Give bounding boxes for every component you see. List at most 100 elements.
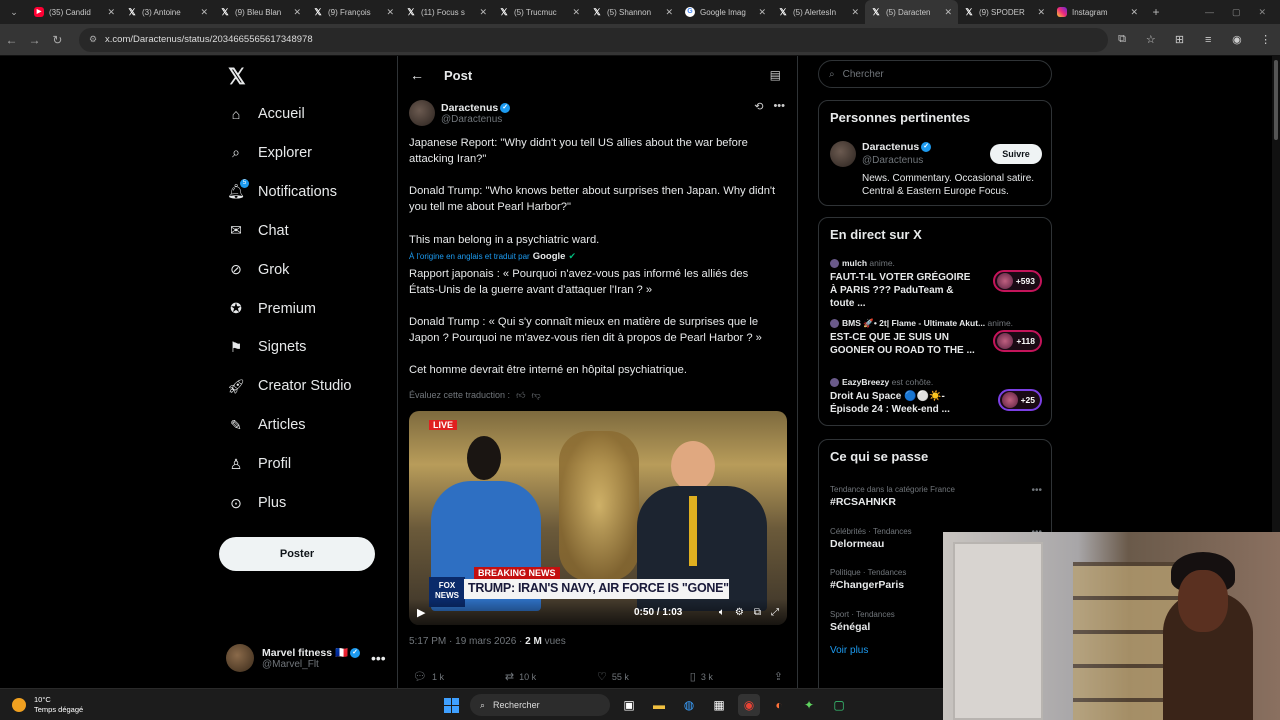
back-arrow-icon[interactable]: ← [410,67,424,83]
close-tab-icon[interactable]: ✕ [758,7,766,18]
task-view-icon[interactable]: ▣ [618,694,640,716]
repost-button[interactable]: ⇄ 10 k [505,670,536,683]
browser-tab[interactable]: 𝕏 (9) Bleu Blan ✕ [214,0,307,24]
close-tab-icon[interactable]: ✕ [386,7,394,18]
app-icon[interactable]: ▢ [828,694,850,716]
thumbs-down-icon[interactable]: 👎︎ [531,390,540,401]
tab-search-chevron-icon[interactable]: ⌄ [0,0,28,24]
file-explorer-icon[interactable]: ▬ [648,694,670,716]
nav-item-accueil[interactable]: ⌂ Accueil [228,101,305,127]
trend-item[interactable]: Tendance dans la catégorie France #RCSAHN… [830,485,1042,508]
edge-icon[interactable]: ◍ [678,694,700,716]
browser-tab[interactable]: 𝕏 (5) Daracten ✕ [865,0,958,24]
close-tab-icon[interactable]: ✕ [1037,7,1045,18]
browser-tab[interactable]: ▶ (35) Candid ✕ [28,0,121,24]
nav-item-chat[interactable]: ✉ Chat [228,218,289,244]
see-more-link[interactable]: Voir plus [830,645,868,656]
x-icon: 𝕏 [872,7,880,17]
extensions-icon[interactable]: ⊞ [1165,33,1194,46]
webcam-overlay [943,532,1280,720]
close-tab-icon[interactable]: ✕ [572,7,580,18]
live-space-item[interactable]: EazyBreezy est cohôte. Droit Au Space 🔵⚪… [830,377,1042,415]
bookmark-button[interactable]: ▯ 3 k [690,670,713,683]
video-player[interactable]: LIVE FOX NEWS BREAKING NEWS TRUMP: IRAN'… [409,411,787,625]
share-button[interactable]: ⇪ [774,670,783,683]
cast-icon[interactable]: ⧉ [1108,33,1137,46]
grok-icon[interactable]: ⟲ [754,100,763,113]
live-space-item[interactable]: BMS 🚀• 2t| Flame - Ultimate Akut... anim… [830,317,1042,356]
follow-button[interactable]: Suivre [990,144,1042,164]
maximize-icon[interactable]: ▢ [1232,7,1241,18]
nav-item-articles[interactable]: ✎ Articles [228,412,305,438]
scrollbar-thumb[interactable] [1274,60,1278,140]
close-tab-icon[interactable]: ✕ [944,7,952,18]
nav-item-creator-studio[interactable]: 🚀︎ Creator Studio [227,373,352,399]
x-logo-icon[interactable]: 𝕏 [228,64,246,90]
search-input[interactable]: ⌕ Chercher [818,60,1052,88]
close-tab-icon[interactable]: ✕ [851,7,859,18]
fullscreen-icon[interactable]: ⤢ [771,607,779,618]
nav-item-premium[interactable]: ✪ Premium [228,296,316,322]
post-author[interactable]: Daractenus ✓ @Daractenus [409,100,511,126]
nav-item-grok[interactable]: ⊘ Grok [228,257,289,283]
play-icon[interactable]: ▶ [417,606,425,619]
mail-icon: ✉ [230,222,242,239]
media-icon[interactable]: ≡ [1194,34,1223,46]
browser-tab[interactable]: 𝕏 (9) SPODER ✕ [958,0,1051,24]
browser-tab[interactable]: 𝕏 (5) Trucmuc ✕ [493,0,586,24]
taskbar-search[interactable]: ⌕ Rechercher [470,694,610,716]
nav-item-signets[interactable]: ⚑ Signets [228,334,307,360]
volume-icon[interactable]: 🔈︎ [719,607,725,618]
close-tab-icon[interactable]: ✕ [200,7,208,18]
new-tab-button[interactable]: + [1144,5,1168,19]
nav-item-plus[interactable]: ⊙ Plus [228,490,286,516]
post-button[interactable]: Poster [219,537,375,571]
minimize-icon[interactable]: — [1205,7,1214,17]
like-button[interactable]: ♡ 55 k [597,670,629,683]
firefox-icon[interactable]: ◐ [768,694,790,716]
settings-icon[interactable]: ⚙ [735,607,744,618]
more-dots-icon[interactable]: ••• [773,100,785,113]
back-icon[interactable]: ← [0,33,23,47]
account-switcher[interactable]: Marvel fitness 🇫🇷 ✓ @Marvel_Flt ••• [226,644,386,672]
menu-icon[interactable]: ⋮ [1251,33,1280,46]
weather-widget[interactable]: 10°C Temps dégagé [12,695,83,715]
browser-tab[interactable]: 𝕏 (5) Shannon ✕ [586,0,679,24]
browser-tab[interactable]: Instagram ✕ [1051,0,1144,24]
profile-icon[interactable]: ◉ [1223,33,1252,46]
close-tab-icon[interactable]: ✕ [479,7,487,18]
nav-label: Creator Studio [258,378,352,395]
trend-name: #RCSAHNKR [830,496,896,508]
browser-tab[interactable]: 𝕏 (3) Antoine ✕ [121,0,214,24]
close-tab-icon[interactable]: ✕ [665,7,673,18]
browser-tab[interactable]: 𝕏 (9) François ✕ [307,0,400,24]
nav-item-explorer[interactable]: ⌕ Explorer [228,140,312,166]
windows-start-icon[interactable] [440,694,462,716]
chrome-icon[interactable]: ◉ [738,694,760,716]
browser-tab[interactable]: 𝕏 (11) Focus s ✕ [400,0,493,24]
close-tab-icon[interactable]: ✕ [107,7,115,18]
reply-button[interactable]: 💬︎ 1 k [413,670,444,683]
browser-tab[interactable]: G Google Imag ✕ [679,0,772,24]
nav-item-notifications[interactable]: 🔔︎ 5 Notifications [227,178,337,205]
live-space-item[interactable]: mulch anime. FAUT-T-IL VOTER GRÉGOIRE À … [830,258,1042,309]
nav-item-profil[interactable]: ♙ Profil [228,451,291,477]
store-icon[interactable]: ▦ [708,694,730,716]
post-timestamp[interactable]: 5:17 PM · 19 mars 2026 · [409,636,522,647]
live-role: anime. [987,317,1014,328]
reload-icon[interactable]: ↻ [46,33,69,47]
url-bar[interactable]: ⚙ x.com/Daractenus/status/20346655656173… [78,27,1108,52]
app-icon[interactable]: ✦ [798,694,820,716]
browser-tab[interactable]: 𝕏 (5) AlertesIn ✕ [772,0,865,24]
reader-mode-icon[interactable]: ▤ [770,68,781,82]
more-dots-icon[interactable]: ••• [1031,485,1042,496]
star-icon[interactable]: ☆ [1136,33,1165,46]
forward-icon[interactable]: → [23,33,46,47]
close-window-icon[interactable]: ✕ [1258,7,1266,18]
site-info-icon[interactable]: ⚙ [89,34,97,45]
close-tab-icon[interactable]: ✕ [1130,7,1138,18]
thumbs-up-icon[interactable]: 👍︎ [516,390,525,401]
close-tab-icon[interactable]: ✕ [293,7,301,18]
pip-icon[interactable]: ⧉ [754,607,761,618]
more-dots-icon[interactable]: ••• [371,650,386,666]
